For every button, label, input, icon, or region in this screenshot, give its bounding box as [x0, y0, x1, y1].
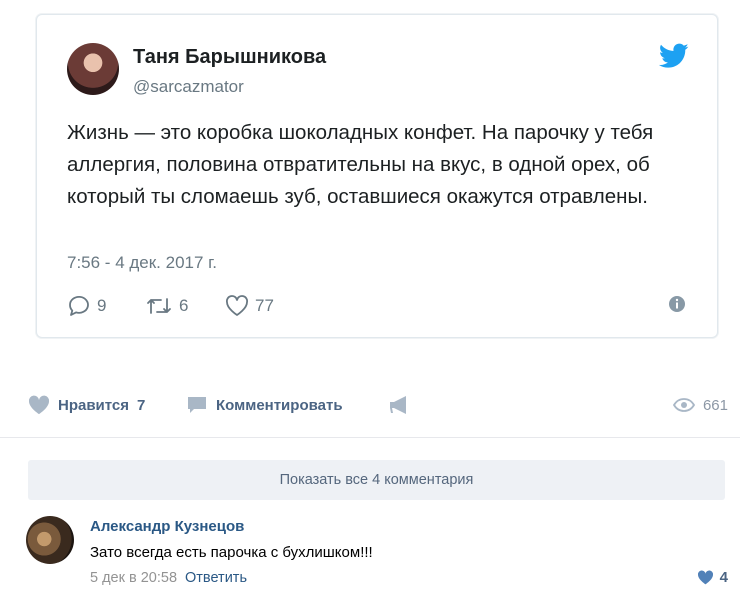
info-icon[interactable]: [667, 294, 687, 314]
post-comment-button[interactable]: Комментировать: [186, 392, 343, 418]
post-actions-bar: Нравится 7 Комментировать 661: [28, 392, 728, 418]
heart-outline-icon: [226, 295, 248, 316]
comment-author-name[interactable]: Александр Кузнецов: [90, 518, 244, 535]
section-divider: [0, 437, 740, 438]
comment-like-button[interactable]: 4: [697, 569, 728, 586]
comment-icon: [188, 397, 206, 413]
post-views: 661: [672, 392, 728, 418]
heart-icon: [697, 570, 713, 585]
embedded-tweet-card[interactable]: Таня Барышникова @sarcazmator Жизнь — эт…: [36, 14, 718, 338]
comment-date[interactable]: 5 дек в 20:58: [90, 570, 177, 586]
retweet-icon: [147, 298, 171, 314]
post-like-label: Нравится: [58, 396, 130, 414]
post-share-button[interactable]: [388, 392, 412, 418]
tweet-timestamp[interactable]: 7:56 - 4 дек. 2017 г.: [67, 253, 217, 273]
heart-icon: [28, 395, 50, 415]
eye-icon: [672, 398, 695, 412]
post-views-count: 661: [702, 396, 728, 414]
tweet-reply-count: 9: [97, 296, 107, 315]
megaphone-icon: [390, 396, 406, 414]
tweet-reply-button[interactable]: 9: [67, 293, 106, 319]
comment-like-count: 4: [719, 569, 728, 586]
show-all-comments-button[interactable]: Показать все 4 комментария: [28, 460, 725, 500]
tweet-retweet-button[interactable]: 6: [145, 293, 188, 319]
tweet-retweet-count: 6: [179, 296, 189, 315]
tweet-author-avatar[interactable]: [67, 43, 119, 95]
tweet-actions: 9 6 77: [67, 293, 707, 319]
post-like-count: 7: [137, 396, 146, 414]
comment-text: Зато всегда есть парочка с бухлишком!!!: [90, 544, 373, 561]
comment-meta: 5 дек в 20:58 Ответить: [90, 570, 247, 586]
reply-icon: [69, 295, 89, 316]
tweet-like-button[interactable]: 77: [225, 293, 274, 319]
comment-author-avatar[interactable]: [26, 516, 74, 564]
post-comment-label: Комментировать: [216, 396, 343, 414]
tweet-author-handle[interactable]: @sarcazmator: [133, 77, 244, 97]
post-like-button[interactable]: Нравится 7: [28, 392, 145, 418]
twitter-bird-icon[interactable]: [659, 43, 689, 69]
tweet-author-name[interactable]: Таня Барышникова: [133, 46, 326, 69]
comment-reply-button[interactable]: Ответить: [185, 570, 247, 586]
tweet-text: Жизнь — это коробка шоколадных конфет. Н…: [67, 121, 654, 208]
tweet-like-count: 77: [255, 296, 274, 315]
